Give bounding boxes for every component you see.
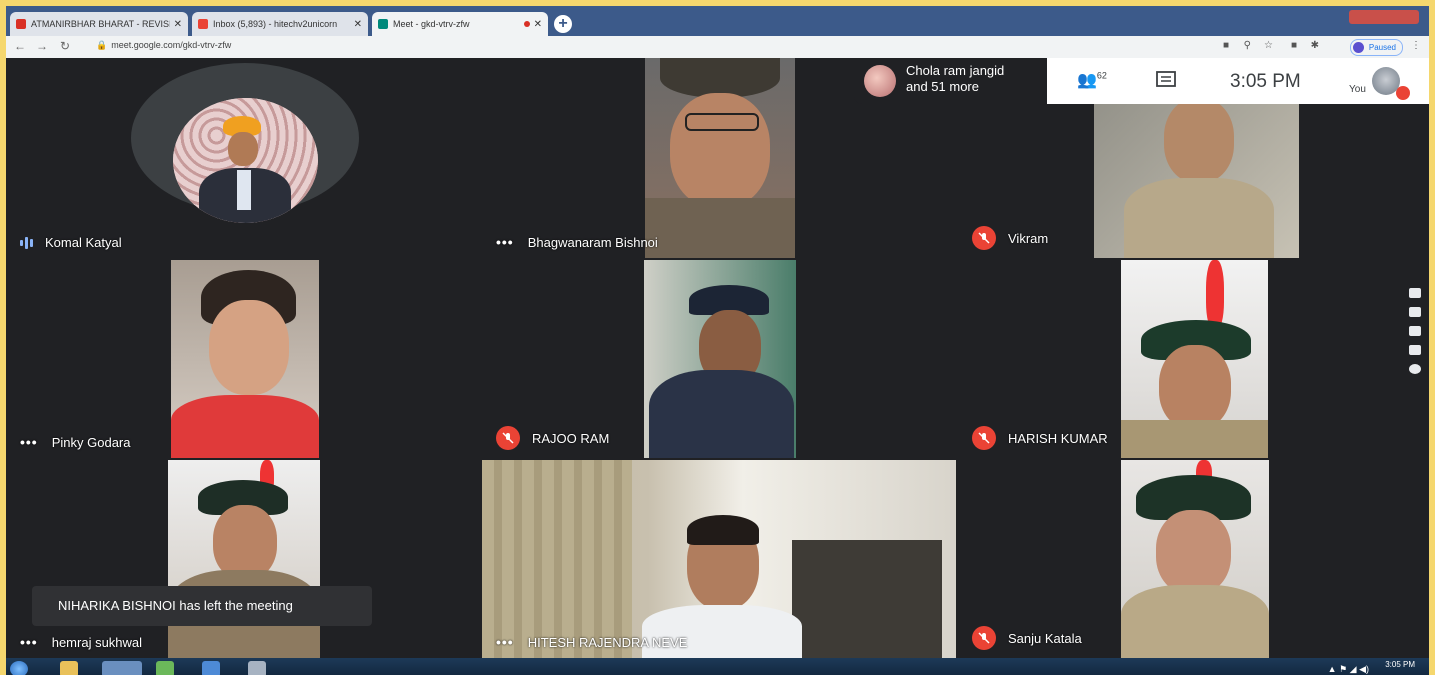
participant-tile[interactable]: HARISH KUMAR — [958, 260, 1429, 458]
more-options-icon[interactable]: ••• — [496, 234, 514, 250]
side-toolbar — [1407, 288, 1423, 374]
puzzle-icon[interactable]: ✱ — [1311, 40, 1319, 51]
chat-button[interactable] — [1155, 70, 1177, 95]
close-tab-icon[interactable]: ✕ — [534, 19, 542, 30]
mic-muted-icon — [1396, 86, 1410, 100]
participant-tile[interactable]: Komal Katyal — [6, 58, 480, 258]
participant-name-label: Vikram — [972, 226, 1048, 250]
video-feed — [171, 260, 319, 458]
reload-icon[interactable]: ↻ — [60, 39, 70, 53]
address-bar: ← → ↻ 🔒 meet.google.com/gkd-vtrv-zfw ■ ⚲ … — [6, 36, 1429, 59]
speaking-indicator-icon — [20, 236, 33, 249]
app-icon[interactable] — [156, 661, 174, 675]
recording-dot-icon — [523, 21, 530, 27]
people-icon: 👥 — [1077, 72, 1097, 89]
chrome-icon[interactable] — [102, 661, 142, 675]
video-feed — [1121, 460, 1269, 658]
mic-muted-icon — [496, 426, 520, 450]
camera-icon[interactable] — [1409, 307, 1421, 317]
camera-icon[interactable]: ■ — [1223, 40, 1229, 51]
participant-tile[interactable]: ••• Pinky Godara — [6, 260, 480, 458]
video-feed — [168, 460, 320, 658]
meet-stage: Komal Katyal ••• Bhagwanaram Bishnoi Vik… — [6, 58, 1429, 658]
tab-favicon-icon — [16, 19, 26, 29]
participant-name-label: Komal Katyal — [20, 235, 122, 250]
participant-name-label: HARISH KUMAR — [972, 426, 1108, 450]
chat-icon — [1156, 71, 1176, 87]
participant-name-label: ••• hemraj sukhwal — [20, 634, 143, 650]
screen: ATMANIRBHAR BHARAT - REVISI ✕ Inbox (5,8… — [6, 6, 1429, 675]
people-button[interactable]: 👥62 — [1077, 70, 1107, 90]
close-tab-icon[interactable]: ✕ — [174, 19, 182, 30]
presenter-more: and 51 more — [906, 79, 979, 94]
presenter-name: Chola ram jangid — [906, 63, 1005, 78]
profile-paused-button[interactable]: Paused — [1349, 39, 1403, 56]
menu-icon[interactable]: ⋮ — [1411, 40, 1421, 51]
presenter-preview[interactable]: Chola ram jangid and 51 more — [854, 58, 1047, 104]
pin-icon[interactable] — [1409, 288, 1421, 298]
more-options-icon[interactable]: ••• — [20, 434, 38, 450]
video-feed — [645, 58, 795, 258]
folder-icon[interactable] — [60, 661, 78, 675]
video-icon[interactable] — [1409, 326, 1421, 336]
close-tab-icon[interactable]: ✕ — [354, 19, 362, 30]
back-icon[interactable]: ← — [14, 39, 26, 53]
url-field[interactable]: 🔒 meet.google.com/gkd-vtrv-zfw — [96, 40, 231, 51]
left-meeting-toast: NIHARIKA BISHNOI has left the meeting — [32, 586, 372, 626]
zoom-icon[interactable]: ⚲ — [1244, 40, 1251, 51]
participant-name-label: ••• Bhagwanaram Bishnoi — [496, 234, 658, 250]
self-label: You — [1349, 84, 1366, 95]
start-icon[interactable] — [10, 661, 28, 675]
meet-icon — [378, 19, 388, 29]
browser-tab-active[interactable]: Meet - gkd-vtrv-zfw ✕ — [372, 12, 548, 36]
more-options-icon[interactable]: ••• — [20, 634, 38, 650]
participant-name-label: ••• HITESH RAJENDRA NEVE — [496, 634, 688, 650]
mic-muted-icon — [972, 626, 996, 650]
extension-icon[interactable]: ■ — [1291, 40, 1297, 51]
browser-tab[interactable]: Inbox (5,893) - hitechv2unicorn ✕ — [192, 12, 368, 36]
avatar — [1352, 42, 1364, 53]
browser-tab-strip: ATMANIRBHAR BHARAT - REVISI ✕ Inbox (5,8… — [6, 6, 1429, 36]
participant-tile[interactable]: RAJOO RAM — [482, 260, 956, 458]
meeting-info-bar: Chola ram jangid and 51 more 👥62 3:05 PM… — [854, 58, 1429, 104]
star-icon[interactable]: ☆ — [1264, 40, 1273, 51]
participant-name-label: ••• Pinky Godara — [20, 434, 131, 450]
app-icon[interactable] — [248, 661, 266, 675]
browser-tab[interactable]: ATMANIRBHAR BHARAT - REVISI ✕ — [10, 12, 188, 36]
meeting-controls: 👥62 3:05 PM You — [1047, 58, 1429, 104]
lock-icon: 🔒 — [96, 40, 108, 50]
taskbar-clock[interactable]: 3:05 PM — [1385, 660, 1415, 669]
avatar — [864, 65, 896, 97]
participant-tile[interactable]: ••• hemraj sukhwal — [6, 460, 480, 658]
video-feed — [644, 260, 796, 458]
gmail-icon — [198, 19, 208, 29]
window-controls[interactable] — [1349, 10, 1419, 24]
mic-muted-icon — [972, 226, 996, 250]
forward-icon[interactable]: → — [36, 39, 48, 53]
new-tab-button[interactable]: + — [554, 15, 572, 33]
taskbar: ▲ ⚑ ◢ ◀) 3:05 PM — [6, 658, 1429, 675]
avatar — [173, 98, 318, 223]
video-feed — [1121, 260, 1268, 458]
system-tray[interactable]: ▲ ⚑ ◢ ◀) — [1328, 664, 1369, 675]
participant-name-label: RAJOO RAM — [496, 426, 609, 450]
app-icon[interactable] — [202, 661, 220, 675]
settings-icon[interactable] — [1409, 364, 1421, 374]
video-feed — [482, 460, 956, 658]
more-options-icon[interactable]: ••• — [496, 634, 514, 650]
meeting-clock: 3:05 PM — [1230, 71, 1301, 92]
participant-name-label: Sanju Katala — [972, 626, 1082, 650]
present-icon[interactable] — [1409, 345, 1421, 355]
participant-tile[interactable]: ••• HITESH RAJENDRA NEVE — [482, 460, 956, 658]
mic-muted-icon — [972, 426, 996, 450]
participant-tile[interactable]: Sanju Katala — [958, 460, 1429, 658]
